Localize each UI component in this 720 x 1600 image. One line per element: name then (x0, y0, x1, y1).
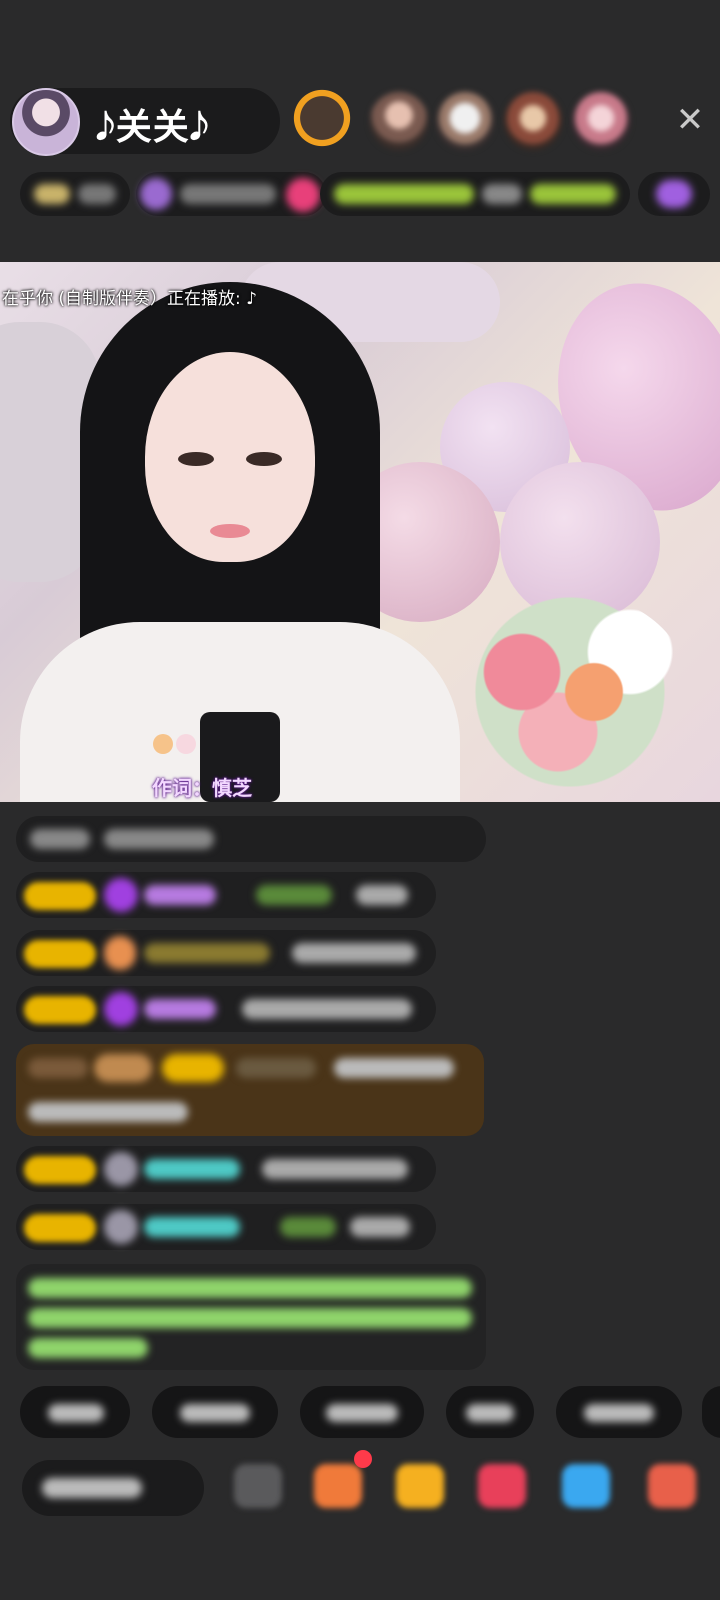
host-name: 𝅘𝅥𝅮关关𝅘𝅥𝅮 (96, 107, 210, 148)
chat-message (16, 986, 436, 1032)
flower-bouquet (450, 592, 690, 792)
quick-reply-label (48, 1404, 104, 1422)
top-viewer-avatar-4[interactable] (504, 92, 562, 150)
chat-message (16, 930, 436, 976)
host-avatar[interactable] (12, 88, 80, 156)
top-viewer-avatar-5[interactable] (572, 92, 630, 150)
heart-gift-icon (104, 936, 136, 970)
notification-dot (354, 1450, 372, 1468)
activity-chip[interactable] (320, 172, 630, 216)
level-badge (24, 1156, 96, 1184)
eye-left (178, 452, 214, 466)
chat-message (16, 872, 436, 918)
lyric-line: 作词：慎芝 (152, 776, 252, 800)
quick-reply-label (326, 1404, 398, 1422)
gift-icon[interactable] (314, 1464, 362, 1508)
top-viewer-avatar-3[interactable] (436, 92, 494, 150)
game-icon[interactable] (562, 1464, 610, 1508)
more-icon[interactable] (648, 1464, 696, 1508)
gem-icon (104, 878, 138, 912)
top-viewer-avatar-1[interactable] (288, 84, 356, 152)
room-info-row (20, 172, 710, 220)
now-playing-banner: 在乎你 (自制版伴奏）正在播放: ♪ (2, 289, 258, 309)
chat-message-highlight (16, 1044, 484, 1136)
emoji-icon[interactable] (234, 1464, 282, 1508)
quick-reply-6[interactable] (702, 1386, 720, 1438)
level-badge (24, 1214, 96, 1242)
eye-right (246, 452, 282, 466)
level-badge (24, 882, 96, 910)
quick-reply-label (180, 1404, 250, 1422)
lips (210, 524, 250, 538)
chat-message (16, 1146, 436, 1192)
quick-reply-label (466, 1404, 514, 1422)
red-packet-icon[interactable] (478, 1464, 526, 1508)
close-icon[interactable]: ✕ (670, 100, 710, 140)
fans-chip[interactable] (136, 172, 326, 216)
level-badge (24, 996, 96, 1024)
rank-chip[interactable] (20, 172, 130, 216)
system-notice (16, 1264, 486, 1370)
chat-message (16, 1204, 436, 1250)
gift-box-icon[interactable] (396, 1464, 444, 1508)
live-video[interactable] (0, 262, 720, 802)
streamer (20, 262, 460, 802)
gift-rank-chip[interactable] (638, 172, 710, 216)
chat-message (16, 816, 486, 862)
chat-input[interactable] (22, 1460, 204, 1516)
gem-icon (104, 992, 138, 1026)
lyric-indicator-icon (153, 734, 196, 754)
top-viewer-avatar-2[interactable] (370, 92, 428, 150)
quick-reply-label (584, 1404, 654, 1422)
level-badge (24, 940, 96, 968)
